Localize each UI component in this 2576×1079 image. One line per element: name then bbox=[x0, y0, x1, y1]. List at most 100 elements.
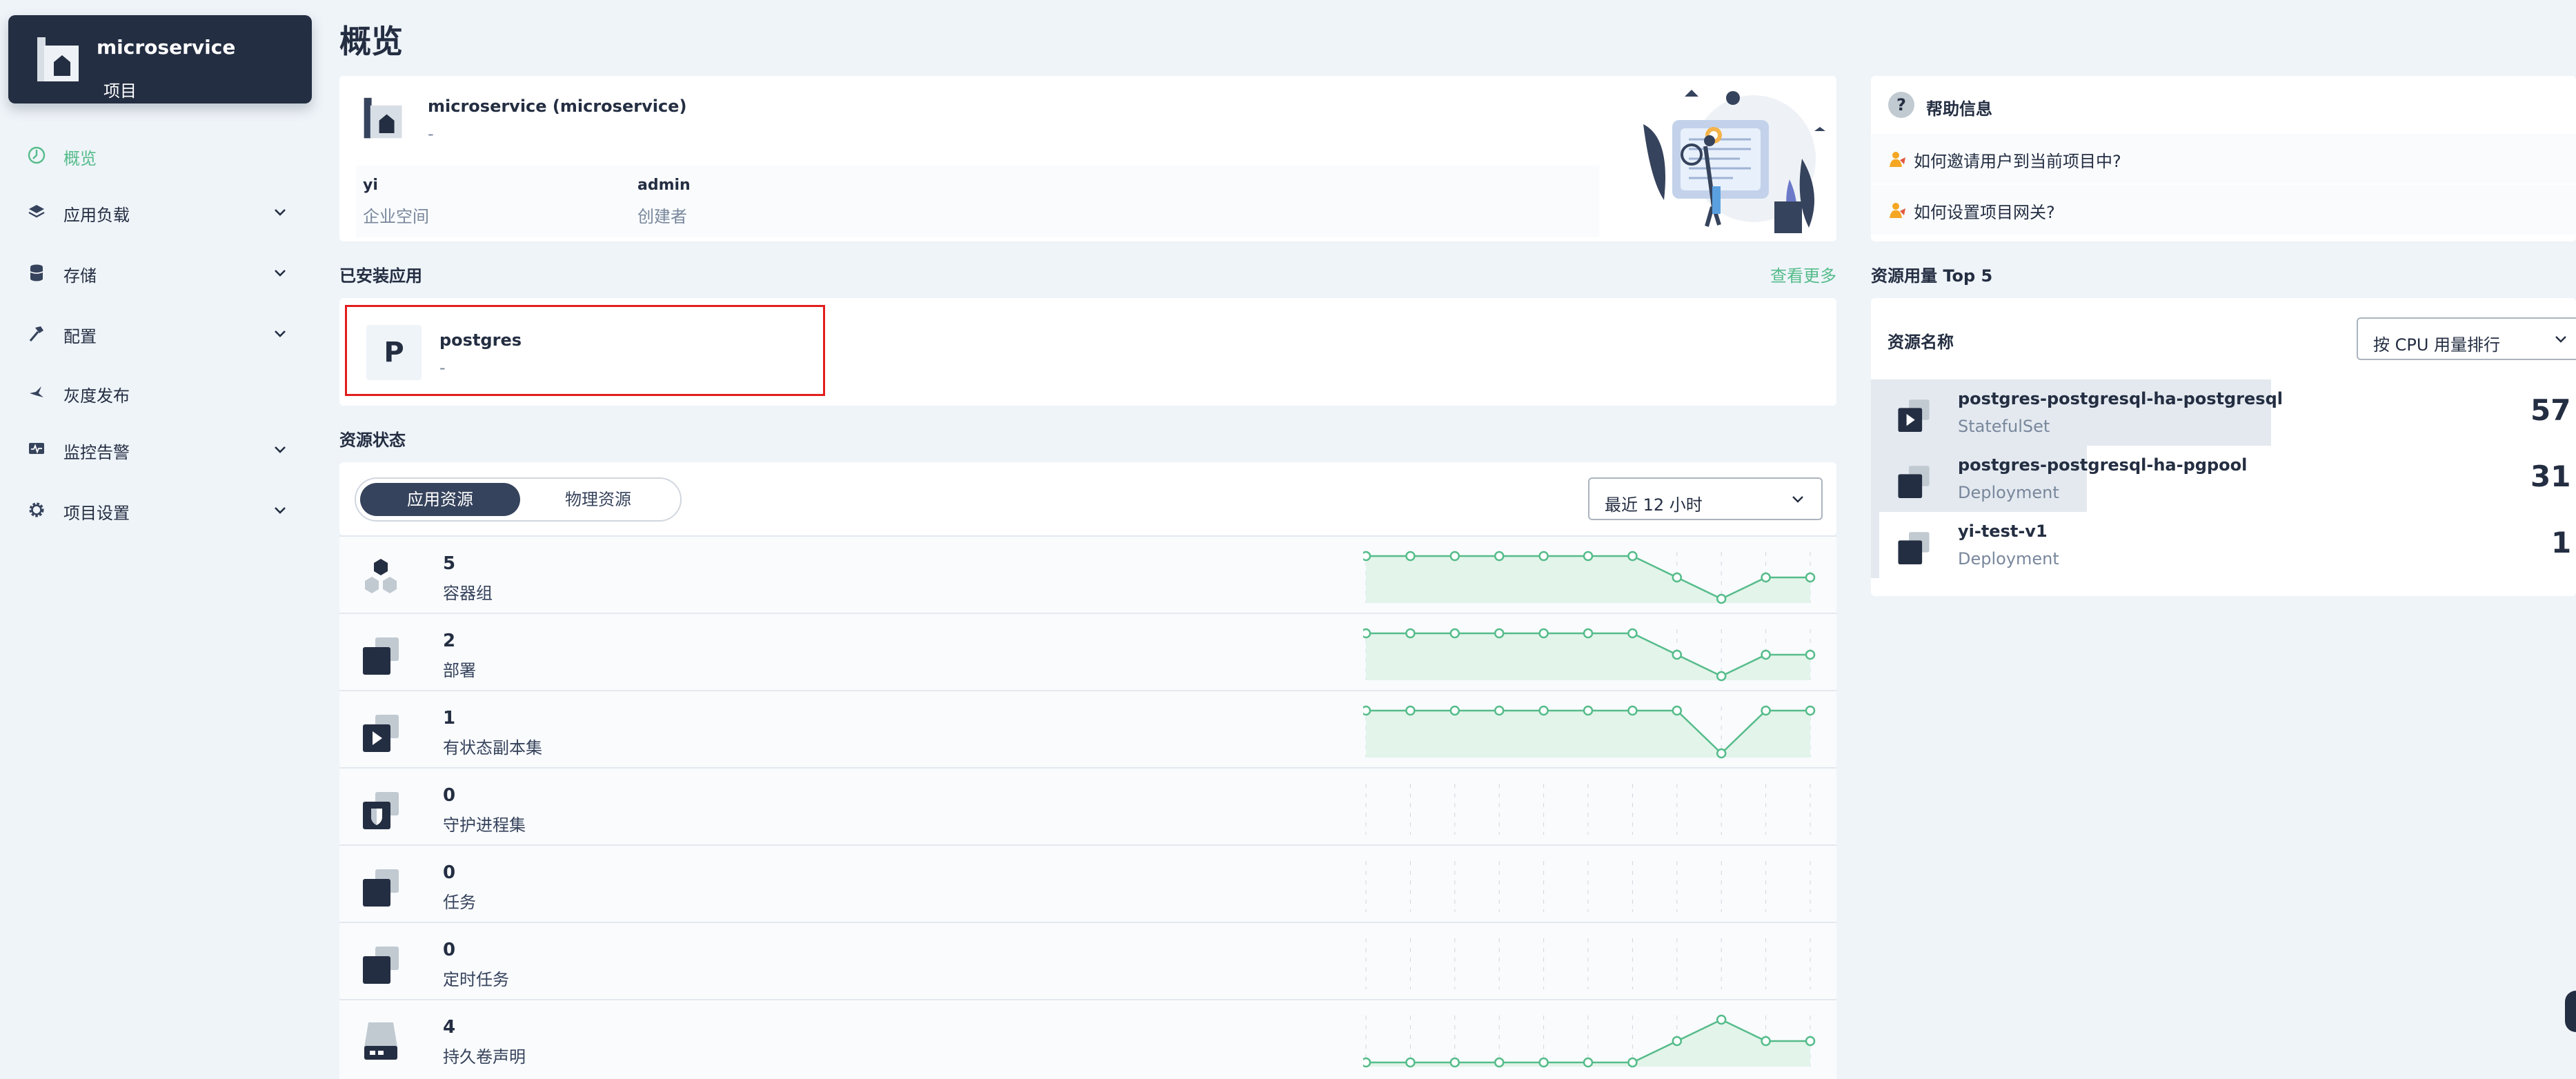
chart-point bbox=[1405, 705, 1416, 716]
help-link-gateway[interactable]: 如何设置项目网关? bbox=[1914, 199, 2055, 223]
chevron-down-icon[interactable] bbox=[273, 443, 287, 457]
sidebar-item-storage[interactable]: 存储 bbox=[0, 248, 310, 297]
resource-row-jobs[interactable]: 0 任务 bbox=[339, 844, 1836, 922]
resource-count: 4 bbox=[443, 1017, 456, 1038]
chart-point bbox=[1538, 1057, 1549, 1068]
resource-row-daemonsets[interactable]: 0 守护进程集 bbox=[339, 767, 1836, 844]
hammer-icon bbox=[29, 326, 43, 342]
project-icon bbox=[37, 37, 79, 81]
top5-item-value: 57 bbox=[2530, 393, 2571, 427]
chart-point bbox=[1761, 649, 1771, 660]
sidebar-item-monitoring[interactable]: 监控告警 bbox=[0, 425, 310, 473]
question-icon: ? bbox=[1888, 92, 1914, 118]
project-name: microservice bbox=[97, 36, 236, 59]
resource-trend-chart bbox=[1363, 628, 1816, 682]
statefulset-icon bbox=[1898, 399, 1930, 432]
sort-value: 按 CPU 用量排行 bbox=[2373, 335, 2501, 355]
database-icon bbox=[30, 264, 43, 281]
chart-point bbox=[1583, 705, 1594, 716]
help-item[interactable]: 如何设置项目网关? bbox=[1871, 185, 2576, 235]
top5-item[interactable]: yi-test-v1 Deployment 1 bbox=[1871, 512, 2576, 578]
chart-point bbox=[1716, 748, 1727, 759]
gear-icon bbox=[29, 502, 44, 517]
resource-count: 0 bbox=[443, 785, 456, 806]
chevron-down-icon[interactable] bbox=[273, 327, 287, 341]
chevron-down-icon[interactable] bbox=[273, 266, 287, 280]
chevron-down-icon[interactable] bbox=[273, 504, 287, 517]
chart-point bbox=[1761, 705, 1771, 716]
sidebar-item-config[interactable]: 配置 bbox=[0, 309, 310, 357]
sidebar-item-label: 应用负载 bbox=[63, 206, 130, 225]
chart-point bbox=[1583, 1057, 1594, 1068]
help-link-invite[interactable]: 如何邀请用户到当前项目中? bbox=[1914, 148, 2121, 172]
resource-tabs: 应用资源 物理资源 bbox=[355, 477, 682, 522]
chart-point bbox=[1494, 628, 1505, 639]
resource-name: 部署 bbox=[443, 661, 476, 680]
creator-value: admin bbox=[637, 177, 691, 194]
chart-point bbox=[1805, 705, 1816, 716]
app-name: postgres bbox=[439, 330, 522, 350]
chart-point bbox=[1672, 705, 1683, 716]
tab-app-resources[interactable]: 应用资源 bbox=[360, 483, 520, 516]
chart-point bbox=[1716, 671, 1727, 682]
chart-point bbox=[1583, 551, 1594, 562]
help-item[interactable]: 如何邀请用户到当前项目中? bbox=[1871, 134, 2576, 184]
chart-point bbox=[1761, 572, 1771, 583]
chart-point bbox=[1363, 551, 1371, 562]
resource-trend-chart bbox=[1365, 784, 1811, 835]
resource-name: 守护进程集 bbox=[443, 815, 526, 835]
sidebar-item-project-settings[interactable]: 项目设置 bbox=[0, 486, 310, 534]
sidebar-item-workloads[interactable]: 应用负载 bbox=[0, 188, 310, 236]
chart-point bbox=[1627, 705, 1638, 716]
chart-point bbox=[1672, 1036, 1683, 1047]
chart-point bbox=[1449, 628, 1460, 639]
monitor-icon bbox=[29, 443, 44, 454]
app-card[interactable]: P postgres - bbox=[345, 305, 825, 396]
resource-trend-chart bbox=[1365, 938, 1811, 989]
chevron-down-icon bbox=[2555, 336, 2566, 343]
top5-item[interactable]: postgres-postgresql-ha-pgpool Deployment… bbox=[1871, 446, 2576, 512]
page-title: 概览 bbox=[339, 23, 403, 60]
user-icon bbox=[1890, 152, 1905, 167]
top5-header: 资源名称 bbox=[1888, 333, 1954, 352]
top5-item[interactable]: postgres-postgresql-ha-postgresql Statef… bbox=[1871, 379, 2576, 446]
installed-apps-panel: P postgres - bbox=[339, 298, 1836, 406]
overview-icon bbox=[28, 146, 46, 164]
tab-physical-resources[interactable]: 物理资源 bbox=[520, 483, 676, 516]
project-meta: yi 企业空间 admin 创建者 bbox=[356, 166, 1599, 237]
app-desc: - bbox=[439, 358, 446, 377]
chart-point bbox=[1363, 1057, 1371, 1068]
resource-row-statefulsets[interactable]: 1 有状态副本集 bbox=[339, 690, 1836, 767]
chevron-down-icon[interactable] bbox=[273, 206, 287, 219]
top5-title: 资源用量 Top 5 bbox=[1871, 266, 1993, 286]
chart-point bbox=[1761, 1036, 1771, 1047]
sort-select[interactable]: 按 CPU 用量排行 bbox=[2357, 317, 2576, 360]
cronjob-icon bbox=[363, 947, 399, 984]
chart-point bbox=[1405, 551, 1416, 562]
chart-point bbox=[1405, 1057, 1416, 1068]
floating-toolbox-button[interactable] bbox=[2565, 991, 2576, 1032]
pod-icon bbox=[365, 559, 397, 593]
chart-area bbox=[1366, 711, 1810, 758]
time-range-select[interactable]: 最近 12 小时 bbox=[1588, 477, 1823, 520]
app-letter-icon: P bbox=[366, 325, 422, 380]
resource-name: 容器组 bbox=[443, 584, 493, 603]
sidebar-item-overview[interactable]: 概览 bbox=[0, 131, 310, 179]
sidebar-item-label: 监控告警 bbox=[63, 443, 130, 462]
resource-row-pods[interactable]: 5 容器组 bbox=[339, 535, 1836, 613]
resource-status-title: 资源状态 bbox=[339, 430, 406, 450]
project-illustration bbox=[1643, 90, 1825, 233]
statefulset-icon bbox=[363, 715, 399, 752]
resource-row-deployments[interactable]: 2 部署 bbox=[339, 613, 1836, 690]
resource-trend-chart bbox=[1363, 705, 1816, 759]
help-panel: ? 帮助信息 如何邀请用户到当前项目中? 如何设置项目网关? bbox=[1871, 76, 2576, 241]
sidebar-item-label: 概览 bbox=[63, 149, 97, 168]
resource-row-pvcs[interactable]: 4 持久卷声明 bbox=[339, 999, 1836, 1079]
view-more-link[interactable]: 查看更多 bbox=[1770, 262, 1836, 286]
resource-row-cronjobs[interactable]: 0 定时任务 bbox=[339, 922, 1836, 999]
chart-point bbox=[1449, 1057, 1460, 1068]
project-card[interactable]: microservice 项目 bbox=[8, 15, 312, 103]
top5-item-kind: StatefulSet bbox=[1958, 417, 2050, 436]
sidebar-item-canary[interactable]: 灰度发布 bbox=[0, 368, 310, 417]
user-icon bbox=[1890, 203, 1905, 218]
